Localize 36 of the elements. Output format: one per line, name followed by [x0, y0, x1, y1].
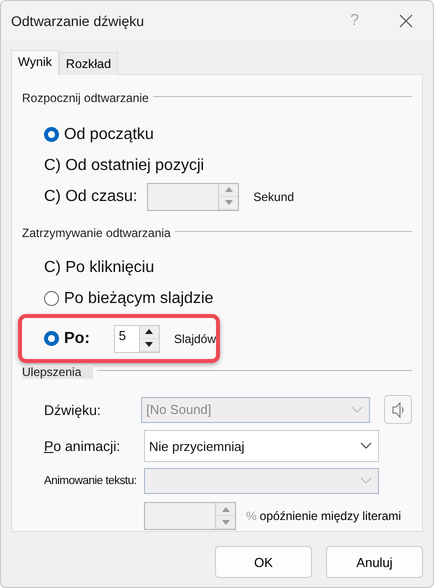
close-icon[interactable] [399, 14, 413, 28]
field-label: Po animacji: [44, 438, 122, 454]
dialog-button[interactable]: Anuluj [326, 546, 423, 578]
tab[interactable]: Rozkład [58, 52, 118, 75]
radio-button[interactable] [44, 127, 59, 142]
option-label: Po: [64, 330, 90, 348]
tab[interactable]: Wynik [11, 50, 59, 75]
option-label: C) Po kliknięciu [44, 258, 154, 276]
group-title: Rozpocznij odtwarzanie [22, 91, 149, 105]
spin-up-button[interactable] [140, 326, 159, 338]
speaker-icon [392, 402, 404, 418]
option-label: Od początku [64, 126, 154, 144]
dialog-button[interactable]: OK [215, 546, 312, 578]
percent-label: % [246, 509, 257, 523]
unit-label: Sekund [253, 190, 294, 204]
option-label: C) Od ostatniej pozycji [44, 156, 204, 174]
option-label: C) Od czasu: [44, 188, 138, 206]
up-triangle-icon [145, 329, 154, 334]
up-triangle-icon [224, 187, 233, 192]
up-triangle-icon [222, 506, 230, 512]
group-title: Zatrzymywanie odtwarzania [22, 226, 171, 240]
down-triangle-icon [145, 342, 154, 347]
field-label: Animowanie tekstu: [44, 475, 138, 487]
down-triangle-icon [224, 200, 233, 205]
dropdown[interactable]: Nie przyciemniaj [144, 430, 379, 462]
field-label: Dźwięku: [44, 402, 102, 418]
down-triangle-icon [222, 520, 230, 524]
spin-field[interactable]: 5 [114, 324, 160, 352]
window-title: Odtwarzanie dźwięku [11, 13, 146, 29]
delay-label: opóźnienie między literami [260, 509, 402, 523]
unit-label: Slajdów [174, 332, 216, 346]
radio-button[interactable] [44, 291, 59, 306]
group-title: Ulepszenia [22, 365, 94, 379]
option-label: Po bieżącym slajdzie [64, 290, 214, 308]
spin-down-button[interactable] [140, 338, 159, 352]
radio-button[interactable] [44, 331, 59, 346]
